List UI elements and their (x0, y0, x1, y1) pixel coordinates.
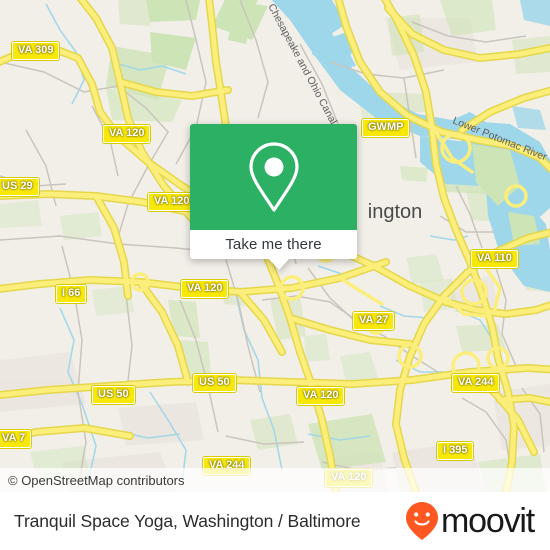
shield-va-120-c: VA 120 (179, 279, 230, 299)
take-me-there-label: Take me there (225, 236, 322, 253)
moovit-logo[interactable]: moovit (405, 501, 535, 541)
location-popup[interactable]: Take me there (190, 124, 357, 270)
attribution-text: © OpenStreetMap contributors (8, 472, 185, 488)
map-canvas[interactable]: ington Chesapeake and Ohio Canal Lower P… (0, 0, 550, 492)
shield-va-27: VA 27 (351, 311, 396, 331)
moovit-map-screenshot: ington Chesapeake and Ohio Canal Lower P… (0, 0, 550, 550)
shield-va-309: VA 309 (10, 41, 61, 61)
shield-va-120-b: VA 120 (146, 192, 197, 212)
shield-us-50-b: US 50 (192, 373, 237, 393)
popup-tail-pointer (268, 258, 290, 270)
moovit-smiley-pin-icon (406, 502, 439, 540)
location-title: Tranquil Space Yoga, Washington / Baltim… (14, 510, 361, 531)
take-me-there-button[interactable]: Take me there (190, 230, 357, 259)
place-label-washington: ington (368, 201, 423, 223)
shield-gwmp: GWMP (360, 118, 411, 138)
shield-us-50-a: US 50 (91, 385, 136, 405)
location-pin-icon (248, 142, 299, 212)
shield-va-110: VA 110 (470, 249, 519, 269)
shield-va-120-d: VA 120 (295, 386, 346, 406)
footer-bar: Tranquil Space Yoga, Washington / Baltim… (0, 492, 550, 550)
shield-va-120-a: VA 120 (101, 124, 152, 144)
shield-va-244-a: VA 244 (450, 373, 501, 393)
moovit-wordmark: moovit (441, 502, 535, 540)
shield-i-395: I 395 (435, 441, 475, 461)
shield-us-29: US 29 (0, 177, 40, 197)
map-attribution: © OpenStreetMap contributors (0, 468, 550, 492)
shield-i-66: I 66 (54, 284, 88, 304)
shield-va-7: VA 7 (0, 429, 33, 449)
popup-image-panel (190, 124, 357, 230)
